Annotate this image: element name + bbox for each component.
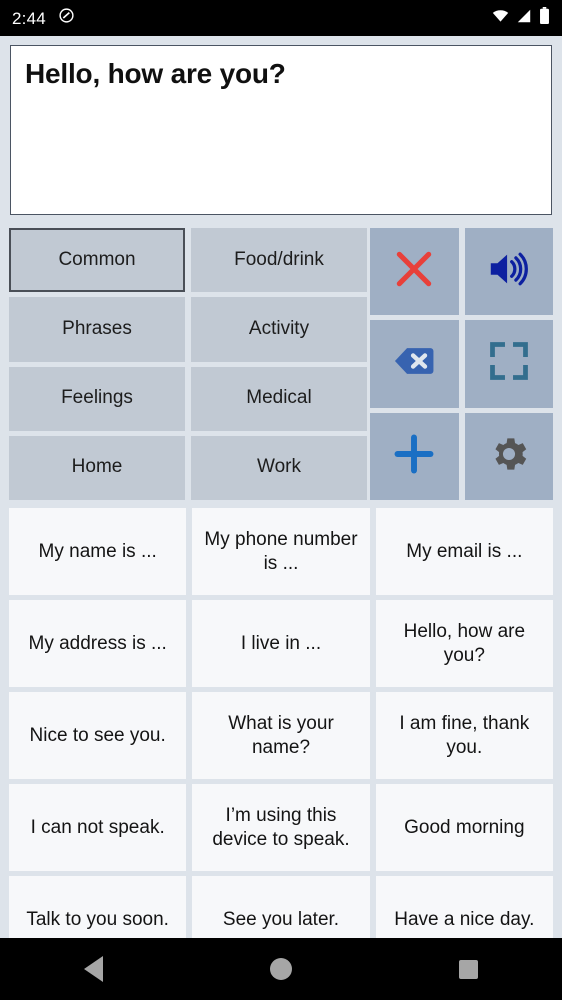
phrase-button[interactable]: I am fine, thank you. — [375, 692, 553, 779]
nav-recents-button[interactable] — [438, 938, 498, 1000]
phrase-button-grid: My name is ... My phone number is ... My… — [0, 508, 562, 938]
battery-icon — [539, 7, 550, 29]
backspace-button[interactable] — [370, 320, 459, 408]
phrase-button[interactable]: My email is ... — [375, 508, 553, 595]
fullscreen-icon — [487, 339, 531, 388]
recents-icon — [458, 959, 478, 979]
phrase-button[interactable]: My address is ... — [9, 600, 187, 687]
category-button-activity[interactable]: Activity — [191, 297, 367, 362]
status-bar-clock: 2:44 — [12, 8, 46, 28]
category-button-medical[interactable]: Medical — [191, 366, 367, 431]
app-root: 2:44 Hello, how are you? Common Food/dri… — [0, 0, 562, 1000]
phrase-button[interactable]: Talk to you soon. — [9, 876, 187, 938]
nav-back-button[interactable] — [64, 938, 124, 1000]
controls-row: Common Food/drink Phrases Activity Feeli… — [0, 228, 562, 500]
phrase-button[interactable]: Nice to see you. — [9, 692, 187, 779]
clear-button[interactable] — [370, 228, 459, 316]
close-x-icon — [392, 247, 436, 296]
status-bar: 2:44 — [0, 0, 562, 36]
phrase-button[interactable]: Hello, how are you? — [375, 600, 553, 687]
plus-icon — [391, 431, 437, 482]
back-icon — [84, 956, 104, 982]
phrase-button[interactable]: I’m using this device to speak. — [192, 784, 370, 871]
speak-button[interactable] — [464, 228, 553, 316]
cellular-signal-icon — [516, 9, 532, 28]
phrase-button[interactable]: What is your name? — [192, 692, 370, 779]
category-button-grid: Common Food/drink Phrases Activity Feeli… — [0, 228, 370, 500]
do-not-disturb-icon — [58, 7, 75, 29]
home-icon — [269, 958, 292, 980]
action-button-grid — [370, 228, 562, 500]
phrase-button[interactable]: See you later. — [192, 876, 370, 938]
phrase-button[interactable]: I can not speak. — [9, 784, 187, 871]
category-button-work[interactable]: Work — [191, 435, 367, 500]
add-phrase-button[interactable] — [370, 412, 459, 500]
backspace-icon — [392, 339, 436, 388]
settings-button[interactable] — [464, 412, 553, 500]
nav-home-button[interactable] — [251, 938, 311, 1000]
category-button-food-drink[interactable]: Food/drink — [191, 228, 367, 293]
category-button-common[interactable]: Common — [9, 228, 185, 293]
speaker-volume-icon — [486, 246, 532, 297]
phrase-button[interactable]: Have a nice day. — [375, 876, 553, 938]
phrase-button[interactable]: I live in ... — [192, 600, 370, 687]
status-bar-right-icons — [492, 7, 550, 29]
phrase-button[interactable]: Good morning — [375, 784, 553, 871]
status-bar-left-icons — [58, 7, 75, 29]
gear-icon — [487, 432, 531, 481]
message-text-value: Hello, how are you? — [25, 58, 286, 89]
category-button-home[interactable]: Home — [9, 435, 185, 500]
android-navigation-bar — [0, 938, 562, 1000]
message-text-area[interactable]: Hello, how are you? — [10, 45, 552, 215]
phrase-button[interactable]: My name is ... — [9, 508, 187, 595]
category-button-feelings[interactable]: Feelings — [9, 366, 185, 431]
category-button-phrases[interactable]: Phrases — [9, 297, 185, 362]
fullscreen-button[interactable] — [464, 320, 553, 408]
wifi-icon — [492, 9, 509, 28]
phrase-button[interactable]: My phone number is ... — [192, 508, 370, 595]
